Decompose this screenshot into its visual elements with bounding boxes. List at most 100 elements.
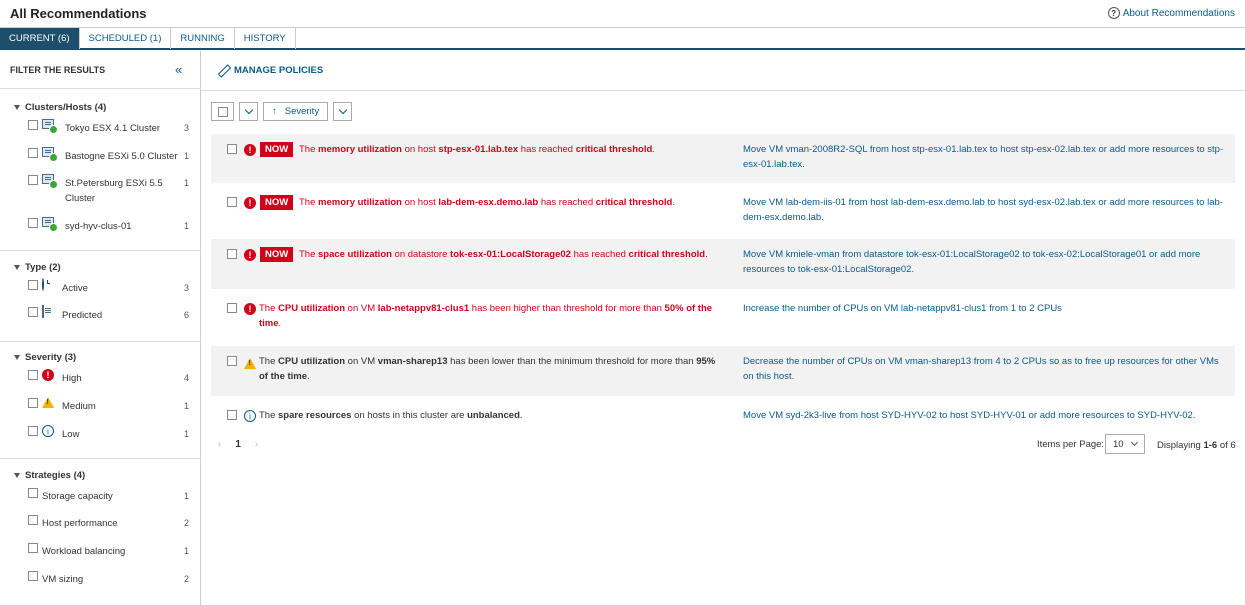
recommendation-row: The CPU utilization on VM vman-sharep13 …	[211, 346, 1235, 396]
filter-count: 1	[183, 546, 189, 556]
manage-policies-button[interactable]: MANAGE POLICIES	[218, 65, 323, 76]
row-checkbox[interactable]	[227, 249, 237, 259]
filter-checkbox[interactable]	[28, 120, 38, 130]
group-title-label: Strategies (4)	[25, 470, 86, 481]
recommendation-action-link[interactable]: Move VM syd-2k3-live from host SYD-HYV-0…	[743, 408, 1228, 423]
tab-running[interactable]: RUNNING	[171, 28, 235, 49]
filter-checkbox[interactable]	[28, 370, 38, 380]
main-panel: MANAGE POLICIES ↑ Severity ! NOW The mem…	[201, 51, 1245, 605]
filter-count: 3	[183, 283, 189, 293]
filter-item-active: Active 3	[28, 278, 193, 294]
filter-label: Predicted	[62, 310, 103, 321]
filter-item-predicted: Predicted 6	[28, 305, 193, 321]
recommendation-row: ! NOW The space utilization on datastore…	[211, 239, 1235, 289]
recommendation-action-link[interactable]: Move VM lab-dem-iis-01 from host lab-dem…	[743, 195, 1228, 225]
filter-label: High	[62, 373, 82, 384]
recommendation-action-link[interactable]: Increase the number of CPUs on VM lab-ne…	[743, 301, 1228, 316]
divider	[0, 88, 201, 89]
help-icon: ?	[1107, 7, 1120, 19]
recommendation-row: ! NOW The memory utilization on host lab…	[211, 187, 1235, 236]
filter-count: 1	[183, 151, 189, 161]
expand-triangle-icon	[14, 105, 20, 110]
recommendation-action-link[interactable]: Decrease the number of CPUs on VM vman-s…	[743, 354, 1228, 384]
filter-label: Tokyo ESX 4.1 Cluster	[65, 123, 161, 134]
filter-label: Active	[62, 283, 88, 294]
row-checkbox[interactable]	[227, 410, 237, 420]
row-checkbox[interactable]	[227, 356, 237, 366]
filter-checkbox[interactable]	[28, 398, 38, 408]
recommendation-message: The memory utilization on host lab-dem-e…	[299, 197, 675, 208]
filter-label: Bastogne ESXi 5.0 Cluster	[65, 151, 178, 162]
warning-icon	[42, 397, 54, 408]
predicted-icon	[42, 305, 44, 318]
row-checkbox[interactable]	[227, 197, 237, 207]
filter-checkbox[interactable]	[28, 571, 38, 581]
error-icon: !	[244, 249, 256, 261]
expand-triangle-icon	[14, 355, 20, 360]
chevron-down-icon	[1130, 438, 1138, 447]
chevron-down-icon	[244, 105, 253, 115]
recommendation-row: ! The CPU utilization on VM lab-netappv8…	[211, 293, 1235, 343]
filter-group-strategies[interactable]: Strategies (4)	[14, 470, 85, 481]
about-label: About Recommendations	[1122, 7, 1235, 19]
recommendation-message: The spare resources on hosts in this clu…	[259, 410, 523, 421]
recommendation-message: The CPU utilization on VM lab-netappv81-…	[259, 303, 713, 329]
checkbox-box	[217, 106, 228, 117]
clock-icon	[42, 278, 44, 291]
group-title-label: Type (2)	[25, 262, 61, 273]
about-recommendations-link[interactable]: ? About Recommendations	[1107, 7, 1235, 19]
displaying-count: Displaying 1-6 of 6	[1157, 440, 1236, 451]
select-options-dropdown[interactable]	[239, 102, 258, 121]
filter-checkbox[interactable]	[28, 175, 38, 185]
expand-triangle-icon	[14, 473, 20, 478]
items-per-page-select[interactable]: 10	[1105, 434, 1145, 454]
filter-checkbox[interactable]	[28, 426, 38, 436]
tab-current[interactable]: CURRENT (6)	[0, 28, 80, 49]
page-header: All Recommendations ? About Recommendati…	[0, 0, 1245, 26]
recommendation-action-link[interactable]: Move VM kmiele-vman from datastore tok-e…	[743, 247, 1228, 277]
now-badge: NOW	[260, 142, 294, 157]
now-badge: NOW	[260, 247, 294, 262]
filter-label: St.Petersburg ESXi 5.5 Cluster	[65, 178, 163, 204]
filter-group-clusters[interactable]: Clusters/Hosts (4)	[14, 102, 106, 113]
divider	[201, 90, 1245, 91]
filter-count: 1	[183, 401, 189, 411]
now-badge: NOW	[260, 195, 294, 210]
collapse-sidebar-icon[interactable]: «	[175, 62, 182, 77]
tab-bar: CURRENT (6) SCHEDULED (1) RUNNING HISTOR…	[0, 27, 1245, 50]
sort-options-dropdown[interactable]	[333, 102, 353, 121]
recommendation-action-link[interactable]: Move VM vman-2008R2-SQL from host stp-es…	[743, 142, 1228, 172]
sort-severity-button[interactable]: ↑ Severity	[263, 102, 329, 121]
filter-checkbox[interactable]	[28, 543, 38, 553]
filter-count: 2	[183, 518, 189, 528]
sort-arrow-up-icon: ↑	[272, 106, 277, 117]
filter-checkbox[interactable]	[28, 148, 38, 158]
next-page-icon[interactable]: ›	[255, 439, 258, 450]
recommendation-message: The memory utilization on host stp-esx-0…	[299, 144, 655, 155]
filter-checkbox[interactable]	[28, 515, 38, 525]
tab-history[interactable]: HISTORY	[235, 28, 296, 49]
row-checkbox[interactable]	[227, 144, 237, 154]
divider	[0, 250, 201, 251]
divider	[0, 341, 201, 342]
manage-policies-label: MANAGE POLICIES	[234, 65, 324, 76]
filter-label: Storage capacity	[42, 491, 113, 502]
page-title: All Recommendations	[10, 6, 147, 21]
tab-scheduled[interactable]: SCHEDULED (1)	[80, 28, 172, 49]
filter-checkbox[interactable]	[28, 307, 38, 317]
group-title-label: Severity (3)	[25, 352, 77, 363]
filter-group-type[interactable]: Type (2)	[14, 262, 61, 273]
recommendation-row: ! NOW The memory utilization on host stp…	[211, 134, 1235, 183]
select-all-checkbox[interactable]	[211, 102, 234, 121]
filter-checkbox[interactable]	[28, 218, 38, 228]
page-number[interactable]: 1	[235, 439, 241, 450]
filter-checkbox[interactable]	[28, 488, 38, 498]
error-icon: !	[244, 197, 256, 209]
prev-page-icon[interactable]: ‹	[218, 439, 221, 450]
row-checkbox[interactable]	[227, 303, 237, 313]
filter-label: Host performance	[42, 518, 118, 529]
filter-count: 1	[183, 429, 189, 439]
filter-label: Workload balancing	[42, 546, 126, 557]
filter-checkbox[interactable]	[28, 280, 38, 290]
filter-group-severity[interactable]: Severity (3)	[14, 352, 76, 363]
